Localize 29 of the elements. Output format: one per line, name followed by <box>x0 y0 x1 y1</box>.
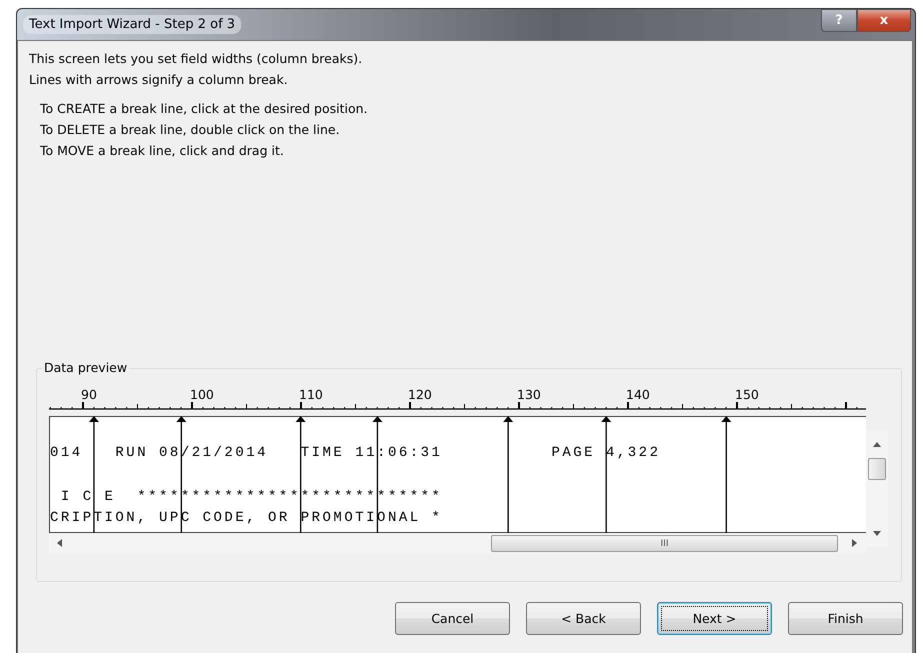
ruler-label: 140 <box>626 387 650 402</box>
group-title: Data preview <box>42 360 130 375</box>
scroll-thumb[interactable] <box>868 458 886 480</box>
horizontal-scrollbar[interactable]: III <box>49 533 866 553</box>
right-arrow-icon[interactable] <box>852 539 857 547</box>
wizard-button[interactable]: Cancel <box>395 602 510 635</box>
ruler-label: 110 <box>299 387 323 402</box>
close-button[interactable]: x <box>857 9 911 32</box>
ruler-label: 90 <box>81 387 97 402</box>
down-arrow-icon[interactable] <box>873 531 881 536</box>
wizard-button[interactable]: Next > <box>657 602 772 635</box>
intro-text: Lines with arrows signify a column break. <box>29 71 289 89</box>
break-line[interactable] <box>503 416 514 533</box>
wizard-button[interactable]: Finish <box>788 602 903 635</box>
ruler-label: 130 <box>517 387 541 402</box>
instruction-text: To MOVE a break line, click and drag it. <box>40 142 285 160</box>
break-line[interactable] <box>721 416 732 533</box>
up-arrow-icon[interactable] <box>873 442 881 447</box>
scroll-thumb[interactable]: III <box>491 535 838 552</box>
wizard-button[interactable]: < Back <box>526 602 641 635</box>
instruction-text: To DELETE a break line, double click on the line. <box>40 121 341 139</box>
intro-text: This screen lets you set field widths (column breaks). <box>29 50 364 68</box>
ruler-label: 150 <box>735 387 759 402</box>
instruction-text: To CREATE a break line, click at the desired position. <box>40 100 369 118</box>
vertical-scrollbar[interactable] <box>866 430 888 547</box>
ruler-label: 100 <box>190 387 214 402</box>
window-title: Text Import Wizard - Step 2 of 3 <box>23 14 242 34</box>
ruler-label: 120 <box>408 387 432 402</box>
left-arrow-icon[interactable] <box>57 539 62 547</box>
